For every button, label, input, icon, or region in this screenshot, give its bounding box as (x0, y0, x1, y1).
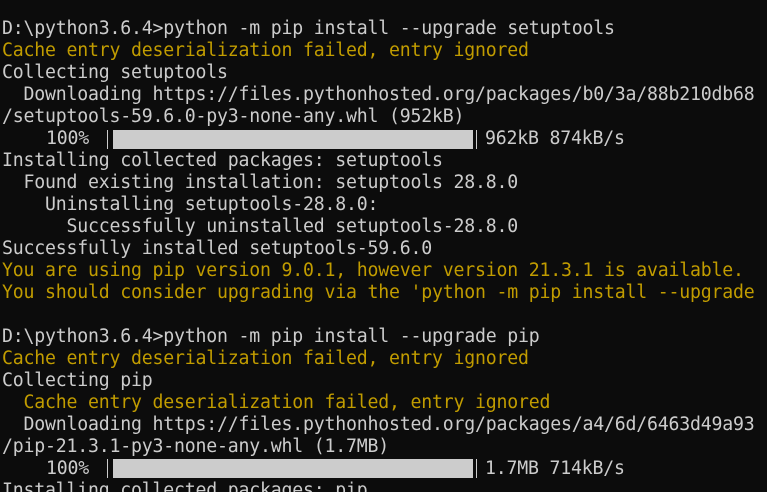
progress-bar (113, 130, 473, 149)
warning-line: Cache entry deserialization failed, entr… (2, 392, 551, 413)
output-line: Successfully uninstalled setuptools-28.8… (2, 216, 518, 237)
command-prompt-line: D:\python3.6.4>python -m pip install --u… (2, 326, 540, 347)
output-line: Collecting setuptools (2, 62, 228, 83)
progress-percent: 100% (46, 128, 89, 149)
progress-bar-left-edge (107, 130, 108, 149)
output-line: /pip-21.3.1-py3-none-any.whl (1.7MB) (2, 436, 389, 457)
output-line: Collecting pip (2, 370, 153, 391)
output-line: /setuptools-59.6.0-py3-none-any.whl (952… (2, 106, 465, 127)
output-line: Successfully installed setuptools-59.6.0 (2, 238, 432, 259)
progress-bar-right-edge (476, 130, 477, 149)
progress-stats: 962kB 874kB/s (485, 128, 625, 149)
command-prompt-line: D:\python3.6.4>python -m pip install --u… (2, 18, 615, 39)
warning-line: Cache entry deserialization failed, entr… (2, 40, 529, 61)
warning-line: You are using pip version 9.0.1, however… (2, 260, 744, 281)
warning-line: You should consider upgrading via the 'p… (2, 282, 755, 303)
output-line: Installing collected packages: setuptool… (2, 150, 443, 171)
output-line: Downloading https://files.pythonhosted.o… (2, 84, 755, 105)
progress-bar-right-edge (476, 459, 477, 478)
terminal-window[interactable]: D:\python3.6.4>python -m pip install --u… (0, 0, 767, 492)
progress-percent: 100% (46, 458, 89, 479)
progress-bar-left-edge (107, 459, 108, 478)
progress-bar (113, 459, 473, 478)
output-line: Found existing installation: setuptools … (2, 172, 518, 193)
output-line: Installing collected packages: pip (2, 480, 368, 492)
progress-stats: 1.7MB 714kB/s (485, 458, 625, 479)
warning-line: Cache entry deserialization failed, entr… (2, 348, 529, 369)
output-line: Downloading https://files.pythonhosted.o… (2, 414, 755, 435)
output-line: Uninstalling setuptools-28.8.0: (2, 194, 379, 215)
